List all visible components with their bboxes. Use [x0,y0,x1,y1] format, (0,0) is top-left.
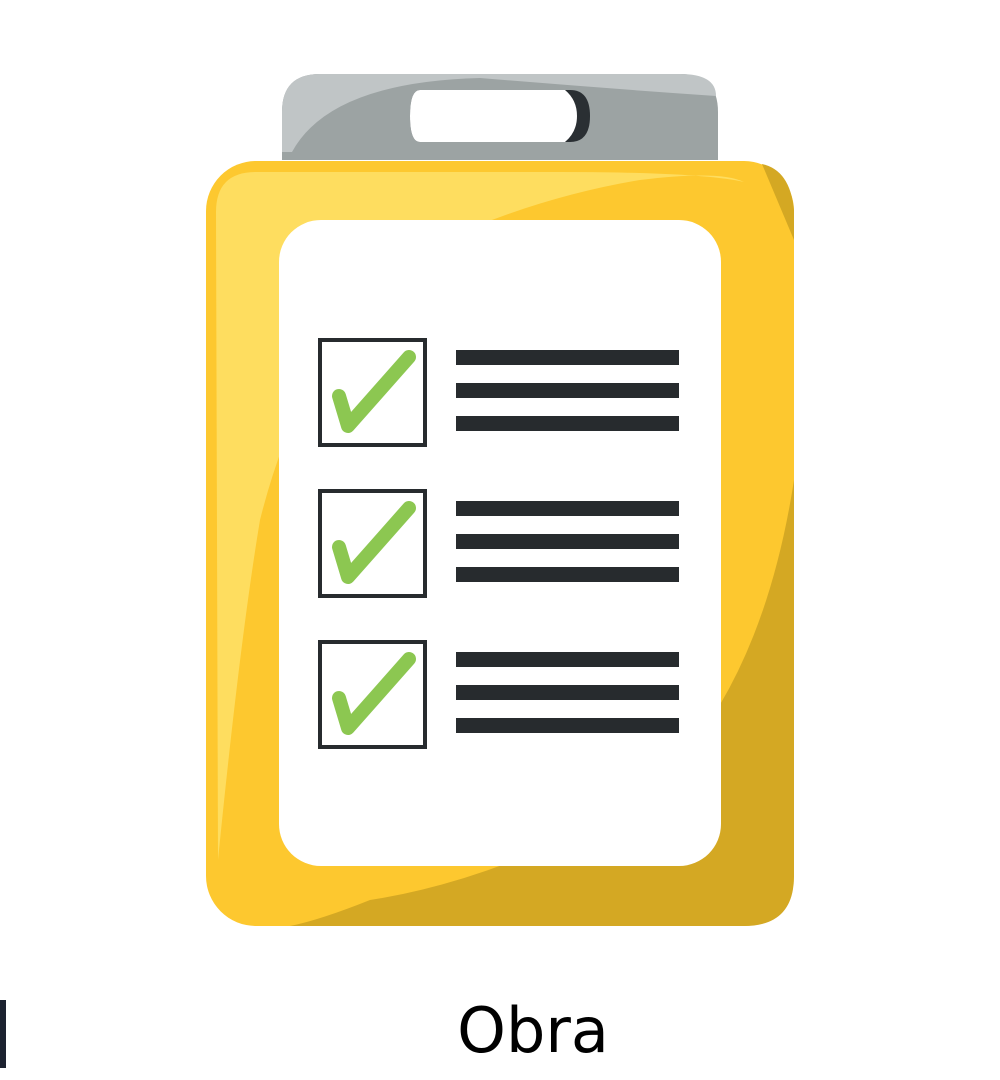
text-line [456,350,679,365]
text-line [456,383,679,398]
clipboard-checklist-icon [206,74,794,926]
text-line [456,501,679,516]
text-line [456,718,679,733]
text-line [456,567,679,582]
text-line [456,416,679,431]
text-line [456,685,679,700]
caption-label: Obra [457,994,609,1067]
text-line [456,652,679,667]
text-line [456,534,679,549]
